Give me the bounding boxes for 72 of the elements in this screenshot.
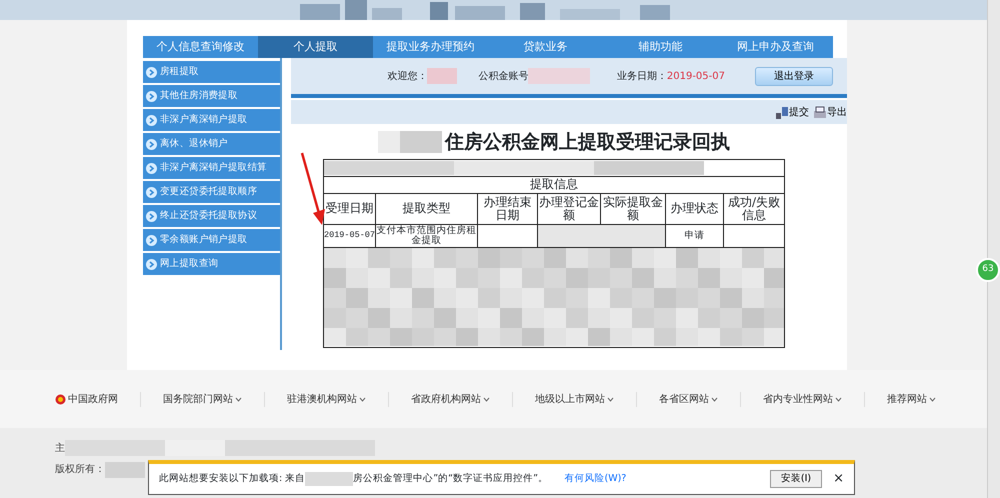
info-message: 房公积金管理中心”的“数字证书应用控件”。 bbox=[353, 472, 548, 486]
footer-text: 版权所有： bbox=[55, 462, 105, 477]
column-header: 办理结束日期 bbox=[483, 194, 532, 222]
chevron-icon bbox=[146, 258, 157, 270]
logout-button[interactable]: 退出登录 bbox=[755, 66, 833, 86]
nav-tab[interactable]: 个人提取 bbox=[258, 36, 373, 58]
emblem-icon bbox=[55, 394, 66, 404]
sidebar-item[interactable]: 变更还贷委托提取顺序 bbox=[143, 181, 280, 203]
side-badge[interactable]: 63 bbox=[976, 258, 1000, 282]
footer-link[interactable]: 省政府机构网站 bbox=[388, 392, 512, 406]
column-header: 办理状态 bbox=[670, 201, 718, 216]
footer-link[interactable]: 国务院部门网站 bbox=[140, 392, 264, 406]
redaction-block bbox=[105, 462, 145, 478]
caret-icon bbox=[835, 396, 842, 402]
sidebar-item[interactable]: 零余额账户销户提取 bbox=[143, 229, 280, 251]
sidebar-item[interactable]: 房租提取 bbox=[143, 61, 280, 83]
welcome-label: 欢迎您： bbox=[387, 70, 428, 84]
column-header: 受理日期 bbox=[326, 201, 374, 216]
document-title: 住房公积金网上提取受理记录回执 bbox=[444, 130, 730, 155]
column-header: 成功/失败信息 bbox=[728, 194, 780, 222]
footer-link[interactable]: 省内专业性网站 bbox=[740, 392, 864, 406]
column-header: 实际提取金额 bbox=[602, 194, 663, 222]
close-button[interactable]: × bbox=[833, 469, 844, 489]
section-title: 提取信息 bbox=[530, 177, 578, 192]
date-value: 2019-05-07 bbox=[666, 70, 725, 84]
chevron-icon bbox=[146, 234, 157, 246]
chevron-icon bbox=[146, 186, 157, 198]
sidebar-item[interactable]: 非深户离深销户提取结算 bbox=[143, 157, 280, 179]
footer-text: 主 bbox=[55, 442, 65, 456]
sidebar-item[interactable]: 非深户离深销户提取 bbox=[143, 109, 280, 131]
sidebar-item[interactable]: 其他住房消费提取 bbox=[143, 85, 280, 107]
chevron-icon bbox=[146, 90, 157, 102]
footer-link[interactable]: 各省区网站 bbox=[636, 392, 740, 406]
printer-icon bbox=[813, 106, 827, 120]
redaction-block bbox=[305, 472, 354, 486]
chevron-icon bbox=[146, 162, 157, 174]
nav-tab[interactable]: 贷款业务 bbox=[488, 36, 603, 58]
chevron-icon bbox=[146, 114, 157, 126]
info-message: 此网站想要安装以下加载项: 来自 bbox=[159, 472, 306, 486]
sidebar-item[interactable]: 终止还贷委托提取协议 bbox=[143, 205, 280, 227]
date-label: 业务日期： bbox=[616, 70, 667, 84]
caret-icon bbox=[235, 396, 242, 402]
sidebar-item[interactable]: 网上提取查询 bbox=[143, 253, 280, 275]
redaction-block bbox=[528, 68, 590, 84]
caret-icon bbox=[929, 396, 936, 402]
sidebar-item[interactable]: 离休、退休销户 bbox=[143, 133, 280, 155]
nav-tab[interactable]: 网上申办及查询 bbox=[718, 36, 833, 58]
column-header: 办理登记金额 bbox=[538, 194, 599, 222]
footer-link[interactable]: 推荐网站 bbox=[864, 392, 958, 406]
caret-icon bbox=[711, 396, 718, 402]
table-cell: 支付本市范围内住房租金提取 bbox=[376, 224, 476, 246]
caret-icon bbox=[483, 396, 490, 402]
footer-link[interactable]: 中国政府网 bbox=[55, 392, 140, 406]
chevron-icon bbox=[146, 66, 157, 78]
nav-tab[interactable]: 提取业务办理预约 bbox=[373, 36, 488, 58]
caret-icon bbox=[607, 396, 614, 402]
chevron-icon bbox=[146, 210, 157, 222]
nav-tab[interactable]: 个人信息查询修改 bbox=[143, 36, 258, 58]
chevron-icon bbox=[146, 138, 157, 150]
caret-icon bbox=[359, 396, 366, 402]
nav-tab[interactable]: 辅助功能 bbox=[603, 36, 718, 58]
redaction-block bbox=[427, 68, 458, 84]
account-label: 公积金账号 bbox=[478, 70, 528, 84]
risk-link[interactable]: 有何风险(W)? bbox=[564, 472, 626, 486]
footer-link[interactable]: 驻港澳机构网站 bbox=[264, 392, 388, 406]
table-cell: 2019-05-07 bbox=[324, 230, 376, 240]
column-header: 提取类型 bbox=[402, 201, 450, 216]
toolbar-button[interactable]: 提交 bbox=[775, 104, 809, 120]
table-cell: 申请 bbox=[684, 230, 704, 241]
toolbar-button[interactable]: 导出 bbox=[813, 104, 847, 120]
footer-link[interactable]: 地级以上市网站 bbox=[512, 392, 636, 406]
install-button[interactable]: 安装(I) bbox=[770, 470, 822, 488]
